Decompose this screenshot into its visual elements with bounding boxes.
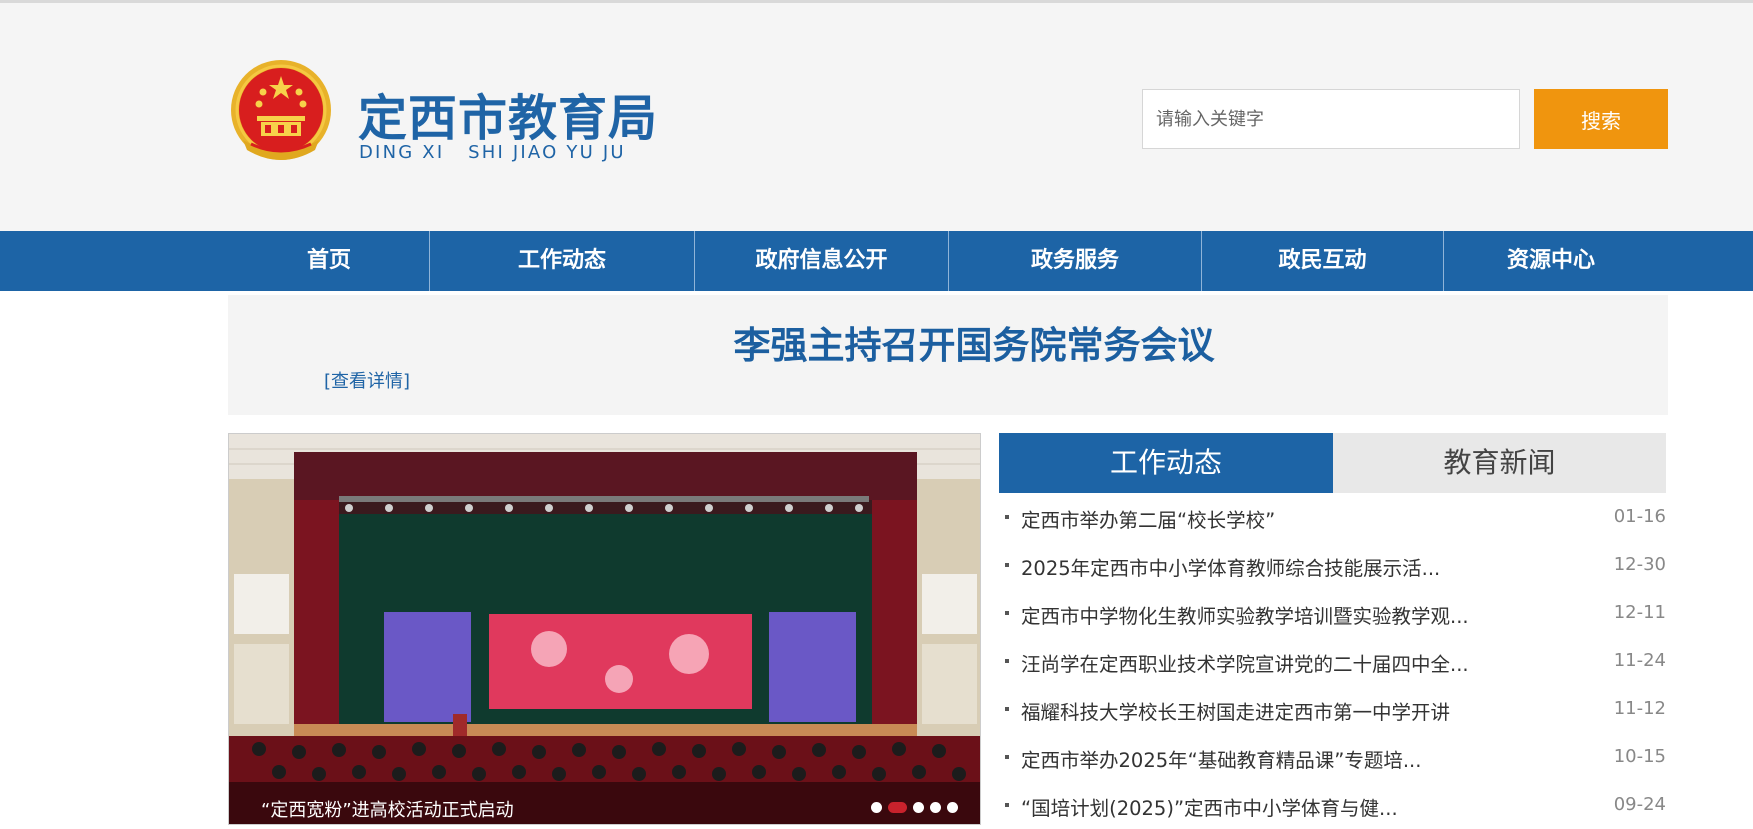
headline-banner: 李强主持召开国务院常务会议 [查看详情] [228, 295, 1668, 415]
tab-work-news[interactable]: 工作动态 [999, 433, 1333, 493]
list-item[interactable]: 2025年定西市中小学体育教师综合技能展示活... 12-30 [999, 541, 1666, 589]
bullet-icon [1005, 611, 1009, 615]
slide-dot[interactable] [930, 802, 941, 813]
news-title[interactable]: 福耀科技大学校长王树国走进定西市第一中学开讲 [1021, 696, 1450, 725]
list-item[interactable]: 福耀科技大学校长王树国走进定西市第一中学开讲 11-12 [999, 685, 1666, 733]
slide-dot[interactable] [871, 802, 882, 813]
slide-indicators [871, 802, 958, 813]
list-item[interactable]: 定西市中学物化生教师实验教学培训暨实验教学观... 12-11 [999, 589, 1666, 637]
news-title[interactable]: 定西市举办第二届“校长学校” [1021, 504, 1275, 533]
news-date: 12-11 [1613, 602, 1666, 623]
news-title[interactable]: 定西市举办2025年“基础教育精品课”专题培... [1021, 744, 1421, 773]
news-date: 10-15 [1613, 746, 1666, 767]
bullet-icon [1005, 803, 1009, 807]
nav-item-resources[interactable]: 资源中心 [1444, 231, 1658, 291]
nav-item-home[interactable]: 首页 [229, 231, 429, 291]
bullet-icon [1005, 755, 1009, 759]
search-button[interactable]: 搜索 [1534, 89, 1668, 149]
headline-title[interactable]: 李强主持召开国务院常务会议 [228, 315, 1668, 369]
news-title[interactable]: 定西市中学物化生教师实验教学培训暨实验教学观... [1021, 600, 1469, 629]
news-date: 09-24 [1613, 794, 1666, 815]
bullet-icon [1005, 563, 1009, 567]
site-subtitle: DING XI SHI JIAO YU JU [359, 142, 626, 163]
main-nav: 首页 工作动态 政府信息公开 政务服务 政民互动 资源中心 [0, 231, 1753, 291]
nav-item-gov-services[interactable]: 政务服务 [949, 231, 1201, 291]
bullet-icon [1005, 659, 1009, 663]
list-item[interactable]: “国培计划(2025)”定西市中小学体育与健... 09-24 [999, 781, 1666, 829]
tab-education-news[interactable]: 教育新闻 [1333, 433, 1666, 493]
site-title: 定西市教育局 [358, 90, 659, 147]
news-title[interactable]: “国培计划(2025)”定西市中小学体育与健... [1021, 792, 1398, 821]
nav-item-work-news[interactable]: 工作动态 [430, 231, 694, 291]
site-header: 定西市教育局 DING XI SHI JIAO YU JU 搜索 [0, 3, 1753, 231]
news-date: 01-16 [1613, 506, 1666, 527]
nav-item-interaction[interactable]: 政民互动 [1202, 231, 1443, 291]
slide-dot[interactable] [913, 802, 924, 813]
news-title[interactable]: 2025年定西市中小学体育教师综合技能展示活... [1021, 552, 1440, 581]
news-date: 12-30 [1613, 554, 1666, 575]
news-date: 11-24 [1613, 650, 1666, 671]
bullet-icon [1005, 515, 1009, 519]
photo-slideshow[interactable]: “定西宽粉”进高校活动正式启动 [228, 433, 981, 825]
news-tabs: 工作动态 教育新闻 [999, 433, 1666, 493]
news-date: 11-12 [1613, 698, 1666, 719]
auditorium-photo [229, 434, 980, 824]
slide-dot[interactable] [947, 802, 958, 813]
news-title[interactable]: 汪尚学在定西职业技术学院宣讲党的二十届四中全... [1021, 648, 1469, 677]
list-item[interactable]: 定西市举办2025年“基础教育精品课”专题培... 10-15 [999, 733, 1666, 781]
view-details-link[interactable]: [查看详情] [324, 367, 410, 393]
list-item[interactable]: 汪尚学在定西职业技术学院宣讲党的二十届四中全... 11-24 [999, 637, 1666, 685]
nav-item-gov-info[interactable]: 政府信息公开 [695, 231, 948, 291]
slide-caption[interactable]: “定西宽粉”进高校活动正式启动 [261, 796, 514, 822]
slide-dot-active[interactable] [888, 802, 907, 813]
national-emblem-logo [231, 60, 331, 160]
search-input[interactable] [1142, 89, 1520, 149]
list-item[interactable]: 定西市举办第二届“校长学校” 01-16 [999, 493, 1666, 541]
bullet-icon [1005, 707, 1009, 711]
